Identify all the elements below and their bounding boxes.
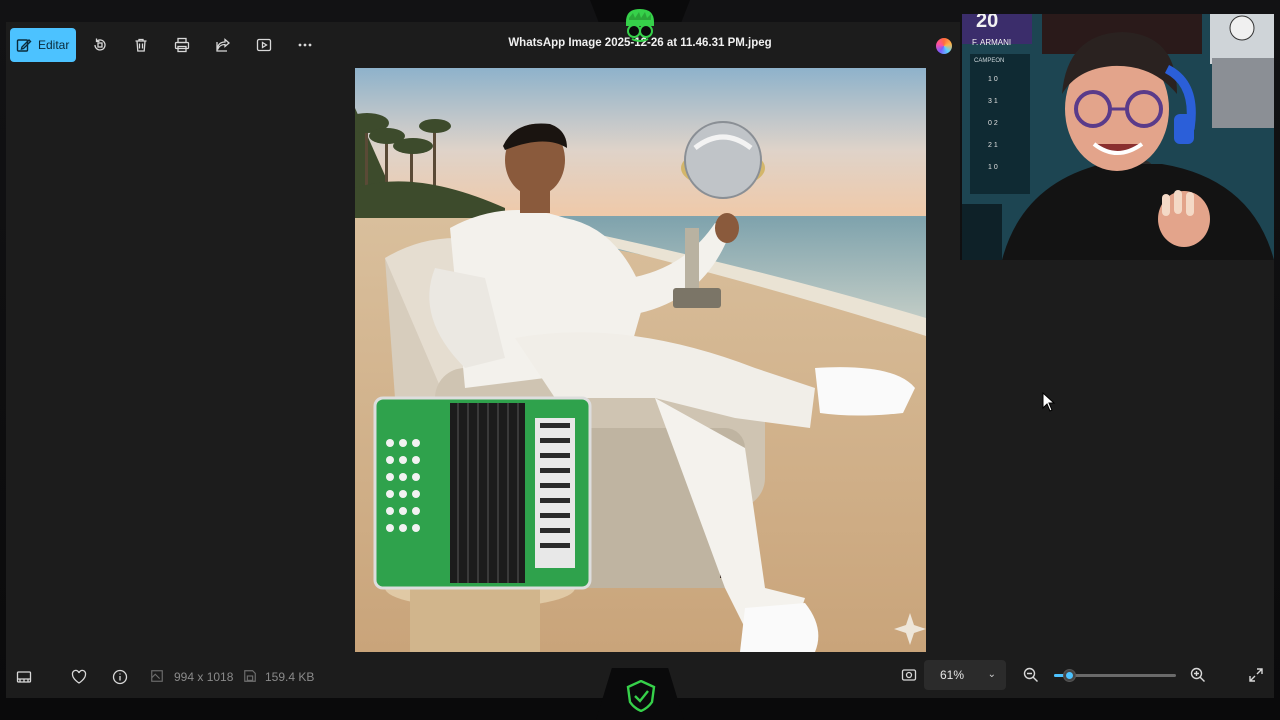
mouse-cursor-icon	[1042, 392, 1056, 412]
info-icon[interactable]	[111, 668, 129, 686]
zoom-in-icon[interactable]	[1189, 666, 1207, 684]
share-icon[interactable]	[213, 35, 233, 55]
statusbar: 994 x 1018 159.4 KB	[6, 662, 960, 692]
fit-screen-icon[interactable]	[900, 666, 918, 684]
jersey-number: 20	[976, 14, 999, 32]
jersey-name: F. ARMANI	[972, 38, 1012, 47]
webcam-overlay: F. ARMANI 20 CAMPEON 1 0 3 1 0 2 2 1 1 0	[962, 14, 1274, 260]
score-row: 0 2	[988, 120, 998, 127]
app-right-area	[960, 260, 1274, 698]
favorite-heart-icon[interactable]	[70, 668, 88, 686]
zoom-out-icon[interactable]	[1022, 666, 1040, 684]
edit-button[interactable]: Editar	[10, 28, 76, 62]
edit-button-label: Editar	[38, 38, 70, 52]
zoom-slider[interactable]	[1054, 669, 1176, 682]
score-row: 1 0	[988, 76, 998, 83]
delete-icon[interactable]	[131, 35, 151, 55]
score-row: 1 0	[988, 164, 998, 171]
shield-logo-icon	[626, 680, 656, 712]
dimensions-icon	[150, 669, 164, 683]
zoom-slider-thumb[interactable]	[1063, 669, 1076, 682]
rotate-icon[interactable]	[90, 35, 110, 55]
file-size-icon	[243, 669, 257, 683]
zoom-value: 61%	[940, 668, 965, 682]
filmstrip-icon[interactable]	[15, 668, 33, 686]
main-photo	[355, 68, 926, 652]
score-row: 2 1	[988, 142, 998, 149]
more-icon[interactable]	[295, 35, 315, 55]
chevron-down-icon: ⌄	[987, 669, 996, 680]
print-icon[interactable]	[172, 35, 192, 55]
file-size: 159.4 KB	[265, 670, 315, 684]
fullscreen-icon[interactable]	[1247, 666, 1265, 684]
slideshow-icon[interactable]	[254, 35, 274, 55]
accordion-icon	[373, 396, 592, 590]
score-list: 1 0 3 1 0 2 2 1 1 0	[988, 76, 1024, 186]
toolbar: Editar WhatsApp Image 2025-12-26 at 11.4…	[6, 22, 960, 68]
edit-icon	[16, 39, 32, 52]
channel-logo-icon	[626, 9, 654, 42]
copilot-icon[interactable]	[936, 38, 952, 54]
zoom-select[interactable]: 61% ⌄	[924, 660, 1006, 690]
image-dimensions: 994 x 1018	[174, 670, 234, 684]
board-label: CAMPEON	[974, 58, 1005, 64]
score-row: 3 1	[988, 98, 998, 105]
